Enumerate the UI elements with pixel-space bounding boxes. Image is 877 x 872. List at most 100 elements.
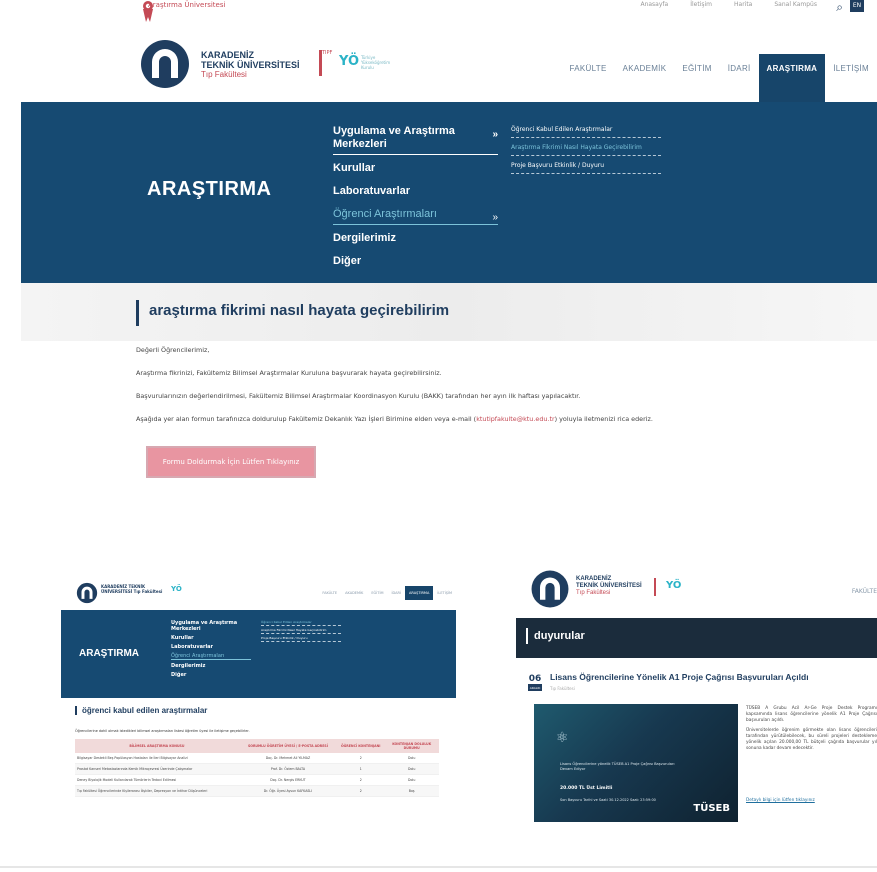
content-paragraph: Aşağıda yer alan formun tarafınızca dold… [136,415,836,424]
table-row: Deney Biyolojik Modeli Kullanılarak Tümö… [75,774,439,786]
nav-item-egitim[interactable]: EĞİTİM [674,54,719,102]
date-day: 06 [528,674,542,686]
research-menu: Uygulama ve Araştırma Merkezleri » Kurul… [333,122,498,275]
table-cell: Prostat Kanseri Metastazlarında Kemik Mi… [75,763,239,775]
research-mega-menu: ARAŞTIRMA Uygulama ve Araştırma Merkezle… [21,102,877,283]
table-header: SORUMLU ÖĞRETİM ÜYESİ / E-POSTA ADRESİ [238,739,338,753]
logo-line1: KARADENİZ [201,50,254,60]
logo-line2: TEKNİK ÜNİVERSİTESİ [201,60,300,70]
menu-item-diger[interactable]: Diğer [333,252,498,271]
util-link-contact[interactable]: İletişim [690,1,712,8]
menu-item-ogrenci-arastirmalari[interactable]: Öğrenci Araştırmaları » [333,205,498,225]
news-more-link[interactable]: Detaylı bilgi için lütfen tıklayınız [746,798,815,803]
research-icon: ⚛ [556,730,569,746]
yok-logo[interactable]: YÖ [339,54,359,69]
nav-item-arastirma[interactable]: ARAŞTIRMA [758,54,826,102]
date-month: ARALIK [528,686,542,691]
table-row: Tıp Fakültesi Öğrencilerinde Kişileraras… [75,785,439,797]
menu-item[interactable]: Laboratuvarlar [171,644,251,650]
table-cell: Prof. Dr. Özlem BALTA [238,763,338,775]
chevron-right-icon: » [492,129,498,140]
nav-item-akademik[interactable]: AKADEMİK [615,54,675,102]
table-cell: 1 [337,763,385,775]
nav-item-fakulte[interactable]: FAKÜLTE [852,588,877,595]
table-cell: Doç. Dr. Nergis ERKUT [238,774,338,786]
table-cell: 2 [337,753,385,764]
submenu-item[interactable]: Öğrenci Kabul Edilen Araştırmalar [261,620,341,626]
logo-line3: Tıp Fakültesi [201,70,247,79]
submenu-item-kabul[interactable]: Öğrenci Kabul Edilen Araştırmalar [511,124,661,138]
menu-item-label: Dergilerimiz [333,232,396,244]
table-cell: Deney Biyolojik Modeli Kullanılarak Tümö… [75,774,239,786]
util-link-campus[interactable]: Sanal Kampüs [774,1,817,8]
research-table: BİLİMSEL ARAŞTIRMA KONUSU SORUMLU ÖĞRETİ… [75,739,439,797]
table-row: Bilgisayar Destekli Beş Popülasyon Hasta… [75,753,439,764]
table-cell: 2 [337,774,385,786]
yok-subtitle: Türkiye Yükseköğretim Kurulu [361,55,391,70]
table-row: Prostat Kanseri Metastazlarında Kemik Mi… [75,763,439,775]
menu-item-merkezler[interactable]: Uygulama ve Araştırma Merkezleri » [333,122,498,155]
yok-logo: YÖ [171,585,182,593]
table-header-row: BİLİMSEL ARAŞTIRMA KONUSU SORUMLU ÖĞRETİ… [75,739,439,753]
ktu-logo-icon [531,570,569,608]
table-cell: Doç. Dr. Mehmet Ali YILMAZ [238,753,338,764]
submenu-item[interactable]: Proje Başvuru Etkinlik / Duyuru [261,636,341,642]
news-body: TÜSEB A Grubu Acil Ar-Ge Proje Destek Pr… [746,706,877,756]
menu-item-laboratuvarlar[interactable]: Laboratuvarlar [333,182,498,201]
content-text: ) yoluyla iletmenizi rica ederiz. [554,415,653,423]
menu-item[interactable]: Uygulama ve Araştırma Merkezleri [171,620,251,632]
nav-item-idari[interactable]: İDARİ [720,54,759,102]
menu-item[interactable]: Öğrenci Araştırmaları [171,653,251,660]
language-button[interactable]: EN [850,0,864,12]
util-link-home[interactable]: Anasayfa [640,1,668,8]
chevron-right-icon: » [492,212,498,223]
search-icon[interactable]: ⌕ [836,0,843,15]
logo-line2: TEKNİK ÜNİVERSİTESİ [576,583,642,589]
menu-item[interactable]: Kurullar [171,635,251,641]
menu-item-kurullar[interactable]: Kurullar [333,159,498,178]
table-header: BİLİMSEL ARAŞTIRMA KONUSU [75,739,239,753]
menu-item[interactable]: Diğer [171,672,251,678]
page-title: araştırma fikrimi nasıl hayata geçirebil… [136,300,449,326]
logo-text: KARADENİZ TEKNİK ÜNİVERSİTESİ Tıp Fakült… [101,584,163,594]
menu-item[interactable]: Dergilerimiz [171,663,251,669]
nav-item[interactable]: FAKÜLTE [318,586,341,600]
submenu-item-proje[interactable]: Proje Başvuru Etkinlik / Duyuru [511,160,661,174]
thumb-nav: FAKÜLTE AKADEMİK EĞİTİM İDARİ ARAŞTIRMA … [318,586,456,600]
content-paragraph: Değerli Öğrencilerimiz, [136,346,210,354]
thumb-hero: ARAŞTIRMA Uygulama ve Araştırma Merkezle… [61,610,456,698]
thumb-announcements: KARADENİZ TEKNİK ÜNİVERSİTESİ Tıp Fakült… [516,564,877,864]
menu-item-dergilerimiz[interactable]: Dergilerimiz [333,229,498,248]
form-button[interactable]: Formu Doldurmak İçin Lütfen Tıklayınız [146,446,316,478]
nav-item[interactable]: ARAŞTIRMA [405,586,434,600]
table-header: KONTENJAN DOLULUK DURUMU [384,739,439,753]
nav-item-iletisim[interactable]: İLETİŞİM [825,54,877,102]
table-cell: Tıp Fakültesi Öğrencilerinde Kişileraras… [75,785,239,797]
table-cell: Dr. Öğr. Üyesi Aysun KAFKASLI [238,785,338,797]
menu-item-label: Laboratuvarlar [333,185,411,197]
logo-line3: Tıp Fakültesi [576,590,611,596]
table-header: ÖĞRENCİ KONTENJANI [337,739,385,753]
nav-item[interactable]: EĞİTİM [367,586,387,600]
top-utility-bar: Araştırma Üniversitesi Anasayfa İletişim… [0,0,877,22]
nav-item[interactable]: AKADEMİK [341,586,367,600]
thumb-title: öğrenci kabul edilen araştırmalar [75,706,207,715]
site-logo[interactable]: KARADENİZ TEKNİK ÜNİVERSİTESİ Tıp Fakült… [139,38,390,88]
news-paragraph: Üniversitelerde öğrenim görmekte olan li… [746,728,877,751]
content-paragraph: Araştırma fikrinizi, Fakültemiz Bilimsel… [136,369,442,377]
date-badge: 06 ARALIK [528,674,542,691]
nav-item-fakulte[interactable]: FAKÜLTE [562,54,615,102]
thumb-menu: Uygulama ve Araştırma Merkezleri Kurulla… [171,620,251,681]
yok-logo: YÖ [666,580,682,591]
submenu-item[interactable]: Araştırma Fikrimi Nasıl Hayata Geçirebil… [261,628,341,634]
brand-tag: Araştırma Üniversitesi [148,1,226,9]
submenu-item-fikir[interactable]: Araştırma Fikrimi Nasıl Hayata Geçirebil… [511,142,661,156]
nav-item[interactable]: İDARİ [388,586,406,600]
email-link[interactable]: ktutipfakulte@ktu.edu.tr [476,415,554,423]
util-link-map[interactable]: Harita [734,1,752,8]
nav-item[interactable]: İLETİŞİM [433,586,456,600]
tipf-badge [654,578,658,596]
news-title[interactable]: Lisans Öğrencilerine Yönelik A1 Proje Ça… [550,672,809,682]
bottom-divider [0,866,877,868]
ktu-logo-icon [76,582,98,604]
